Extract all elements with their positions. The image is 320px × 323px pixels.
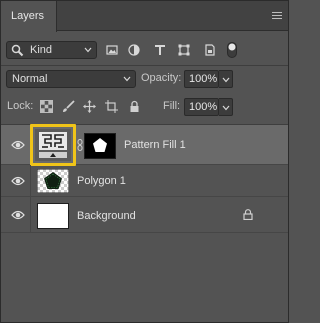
fill-dropdown-button[interactable]	[219, 98, 233, 116]
background-thumbnail	[37, 203, 69, 229]
fill-label: Fill:	[163, 100, 181, 112]
lock-all-icon[interactable]	[128, 100, 141, 113]
polygon-thumbnail	[37, 169, 69, 193]
kind-filter-label: Kind	[30, 44, 53, 56]
search-icon	[11, 44, 24, 57]
lock-position-icon[interactable]	[83, 100, 96, 113]
blend-row: Normal Opacity: 100%	[1, 69, 288, 89]
filter-toggle-icon[interactable]	[227, 42, 237, 58]
layers-panel: Layers Kind Normal Opacity: 100% Lock: F…	[0, 0, 289, 323]
chevron-down-icon	[84, 47, 92, 53]
opacity-input[interactable]: 100%	[184, 70, 219, 88]
type-filter-icon[interactable]	[154, 44, 166, 56]
divider	[30, 165, 31, 196]
fill-input[interactable]: 100%	[184, 98, 219, 116]
layer-mask-thumbnail[interactable]	[84, 133, 116, 159]
layer-row-polygon[interactable]: Polygon 1	[1, 165, 288, 197]
filter-row: Kind	[1, 38, 288, 62]
chevron-down-icon	[222, 77, 230, 83]
adjustment-filter-icon[interactable]	[128, 44, 140, 56]
layer-row-pattern-fill[interactable]: Pattern Fill 1	[1, 124, 288, 166]
lock-icon[interactable]	[243, 209, 253, 220]
divider	[1, 65, 288, 66]
chevron-down-icon	[123, 76, 131, 82]
eye-icon[interactable]	[11, 175, 25, 187]
tab-layers[interactable]: Layers	[1, 1, 57, 32]
link-icon[interactable]	[77, 139, 83, 151]
layer-list: Pattern Fill 1 Polygon 1 Background	[1, 124, 288, 322]
layer-name: Polygon 1	[77, 175, 126, 187]
lock-image-icon[interactable]	[62, 100, 75, 113]
lock-artboard-icon[interactable]	[105, 100, 118, 113]
layer-name: Background	[77, 210, 136, 222]
layer-name: Pattern Fill 1	[124, 139, 186, 151]
divider	[30, 197, 31, 232]
pixel-filter-icon[interactable]	[106, 44, 118, 56]
lock-transparent-icon[interactable]	[40, 100, 53, 113]
blend-mode-select[interactable]: Normal	[6, 70, 136, 88]
thumbnail-highlight	[30, 124, 76, 166]
eye-icon[interactable]	[11, 209, 25, 221]
smart-object-filter-icon[interactable]	[204, 44, 216, 56]
eye-icon[interactable]	[11, 139, 25, 151]
lock-label: Lock:	[7, 100, 34, 112]
shape-filter-icon[interactable]	[178, 44, 190, 56]
kind-filter-select[interactable]: Kind	[6, 41, 97, 59]
opacity-dropdown-button[interactable]	[219, 70, 233, 88]
lock-row: Lock: Fill: 100%	[1, 97, 288, 117]
panel-tab-bar: Layers	[1, 1, 288, 32]
layer-row-background[interactable]: Background	[1, 197, 288, 233]
blend-mode-value: Normal	[12, 73, 48, 85]
pentagon-mask-shape	[93, 138, 107, 152]
chevron-down-icon	[222, 105, 230, 111]
opacity-label: Opacity:	[141, 72, 182, 84]
hamburger-menu-icon[interactable]	[272, 12, 282, 20]
